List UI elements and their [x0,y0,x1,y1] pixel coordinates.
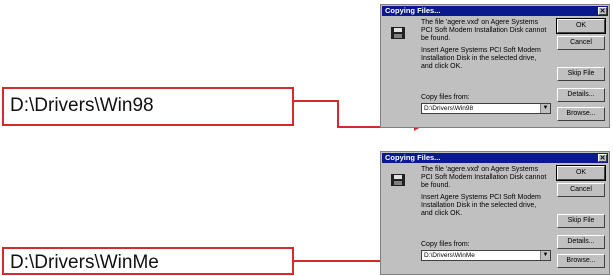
copy-from-label: Copy files from: [421,241,470,248]
browse-button[interactable]: Browse... [557,107,605,121]
dialog-message: The file 'agere.vxd' on Agere Systems PC… [421,166,549,222]
copying-files-dialog-1: Copying Files... ✕ The file 'agere.vxd' … [380,4,610,128]
dialog-titlebar: Copying Files... ✕ [382,6,608,16]
message-line-1: The file 'agere.vxd' on Agere Systems PC… [421,166,547,189]
copy-from-label: Copy files from: [421,94,470,101]
floppy-disk-icon [391,174,405,186]
message-line-2: Insert Agere Systems PCI Soft Modem Inst… [421,194,541,217]
message-line-2: Insert Agere Systems PCI Soft Modem Inst… [421,47,541,70]
dialog-titlebar: Copying Files... ✕ [382,153,608,163]
dialog-message: The file 'agere.vxd' on Agere Systems PC… [421,19,549,75]
close-button[interactable]: ✕ [598,7,607,15]
copying-files-dialog-2: Copying Files... ✕ The file 'agere.vxd' … [380,151,610,275]
close-button[interactable]: ✕ [598,154,607,162]
copy-from-value: D:\Drivers\WinMe [424,252,475,259]
copy-from-combobox[interactable]: D:\Drivers\Win98 ▼ [421,103,551,114]
callout-text: D:\Drivers\Win98 [10,95,154,116]
path-callout-win98: D:\Drivers\Win98 [2,87,294,126]
callout-text: D:\Drivers\WinMe [10,252,159,273]
details-button[interactable]: Details... [557,88,605,102]
dialog-title: Copying Files... [385,6,441,15]
dialog-title: Copying Files... [385,153,441,162]
details-button[interactable]: Details... [557,235,605,249]
skip-file-button[interactable]: Skip File [557,67,605,81]
chevron-down-icon[interactable]: ▼ [540,104,550,113]
message-line-1: The file 'agere.vxd' on Agere Systems PC… [421,19,547,42]
ok-button[interactable]: OK [556,18,606,34]
skip-file-button[interactable]: Skip File [557,214,605,228]
copy-from-value: D:\Drivers\Win98 [424,105,474,112]
path-callout-winme: D:\Drivers\WinMe [2,247,294,275]
browse-button[interactable]: Browse... [557,254,605,268]
cancel-button[interactable]: Cancel [557,183,605,197]
chevron-down-icon[interactable]: ▼ [540,251,550,260]
copy-from-combobox[interactable]: D:\Drivers\WinMe ▼ [421,250,551,261]
floppy-disk-icon [391,27,405,39]
cancel-button[interactable]: Cancel [557,36,605,50]
ok-button[interactable]: OK [556,165,606,181]
